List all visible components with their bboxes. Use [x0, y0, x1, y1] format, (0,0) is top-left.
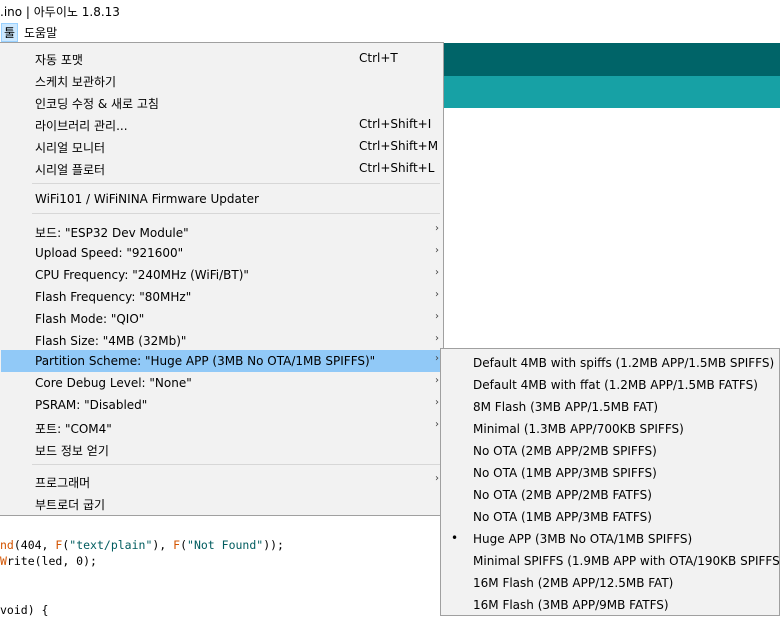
- menu-item-auto-format[interactable]: 자동 포맷 Ctrl+T: [1, 47, 442, 69]
- menu-item-serial-monitor[interactable]: 시리얼 모니터 Ctrl+Shift+M: [1, 135, 442, 157]
- menu-help[interactable]: 도움말: [22, 24, 59, 41]
- code-line: Write(led, 0);: [0, 554, 97, 568]
- menu-item-cpu-frequency[interactable]: CPU Frequency: "240MHz (WiFi/BT)" ›: [1, 264, 442, 286]
- menu-item-serial-plotter[interactable]: 시리얼 플로터 Ctrl+Shift+L: [1, 157, 442, 179]
- menu-item-manage-libraries[interactable]: 라이브러리 관리... Ctrl+Shift+I: [1, 113, 442, 135]
- menu-item-firmware-updater[interactable]: WiFi101 / WiFiNINA Firmware Updater: [1, 188, 442, 210]
- chevron-right-icon: ›: [435, 473, 439, 484]
- editor-tab-bar: [444, 76, 780, 108]
- partition-option[interactable]: 16M Flash (3MB APP/9MB FATFS): [441, 594, 779, 616]
- menu-item-partition-scheme[interactable]: Partition Scheme: "Huge APP (3MB No OTA/…: [1, 350, 442, 372]
- menu-item-core-debug-level[interactable]: Core Debug Level: "None" ›: [1, 372, 442, 394]
- menu-separator: [32, 183, 440, 184]
- menu-item-programmer[interactable]: 프로그래머 ›: [1, 470, 442, 492]
- menu-separator: [32, 213, 440, 214]
- menu-item-fix-encoding[interactable]: 인코딩 수정 & 새로 고침: [1, 91, 442, 113]
- partition-scheme-submenu: Default 4MB with spiffs (1.2MB APP/1.5MB…: [440, 348, 780, 616]
- window-title: .ino | 아두이노 1.8.13: [0, 5, 120, 19]
- partition-option[interactable]: 8M Flash (3MB APP/1.5MB FAT): [441, 396, 779, 418]
- partition-option[interactable]: No OTA (1MB APP/3MB SPIFFS): [441, 462, 779, 484]
- menu-item-upload-speed[interactable]: Upload Speed: "921600" ›: [1, 242, 442, 264]
- chevron-right-icon: ›: [435, 419, 439, 430]
- chevron-right-icon: ›: [435, 267, 439, 278]
- partition-option[interactable]: Default 4MB with ffat (1.2MB APP/1.5MB F…: [441, 374, 779, 396]
- code-line: void) {: [0, 603, 49, 617]
- partition-option[interactable]: Default 4MB with spiffs (1.2MB APP/1.5MB…: [441, 352, 779, 374]
- chevron-right-icon: ›: [435, 223, 439, 234]
- partition-option[interactable]: Minimal (1.3MB APP/700KB SPIFFS): [441, 418, 779, 440]
- chevron-right-icon: ›: [435, 289, 439, 300]
- menu-item-flash-frequency[interactable]: Flash Frequency: "80MHz" ›: [1, 286, 442, 308]
- menu-separator: [32, 464, 440, 465]
- chevron-right-icon: ›: [435, 245, 439, 256]
- code-line: nd(404, F("text/plain"), F("Not Found"))…: [0, 538, 284, 552]
- title-bar: .ino | 아두이노 1.8.13: [0, 0, 780, 22]
- editor-toolbar: [444, 43, 780, 76]
- partition-option[interactable]: Minimal SPIFFS (1.9MB APP with OTA/190KB…: [441, 550, 780, 572]
- menu-tools[interactable]: 툴: [1, 23, 19, 42]
- partition-option[interactable]: 16M Flash (2MB APP/12.5MB FAT): [441, 572, 779, 594]
- menu-item-flash-size[interactable]: Flash Size: "4MB (32Mb)" ›: [1, 330, 442, 352]
- partition-option[interactable]: No OTA (2MB APP/2MB FATFS): [441, 484, 779, 506]
- menu-item-port[interactable]: 포트: "COM4" ›: [1, 416, 442, 438]
- menu-item-burn-bootloader[interactable]: 부트로더 굽기: [1, 492, 442, 514]
- menu-item-archive-sketch[interactable]: 스케치 보관하기: [1, 69, 442, 91]
- tools-menu: 자동 포맷 Ctrl+T 스케치 보관하기 인코딩 수정 & 새로 고침 라이브러…: [0, 42, 444, 516]
- selected-bullet-icon: •: [451, 531, 459, 545]
- partition-option[interactable]: No OTA (1MB APP/3MB FATFS): [441, 506, 779, 528]
- menu-item-board[interactable]: 보드: "ESP32 Dev Module" ›: [1, 220, 442, 242]
- chevron-right-icon: ›: [435, 375, 439, 386]
- partition-option[interactable]: No OTA (2MB APP/2MB SPIFFS): [441, 440, 779, 462]
- chevron-right-icon: ›: [435, 397, 439, 408]
- menu-item-board-info[interactable]: 보드 정보 얻기: [1, 438, 442, 460]
- chevron-right-icon: ›: [435, 333, 439, 344]
- chevron-right-icon: ›: [435, 353, 439, 364]
- menu-item-psram[interactable]: PSRAM: "Disabled" ›: [1, 394, 442, 416]
- chevron-right-icon: ›: [435, 311, 439, 322]
- partition-option-selected[interactable]: • Huge APP (3MB No OTA/1MB SPIFFS): [441, 528, 779, 550]
- menu-bar: 툴 도움말: [0, 22, 780, 42]
- menu-item-flash-mode[interactable]: Flash Mode: "QIO" ›: [1, 308, 442, 330]
